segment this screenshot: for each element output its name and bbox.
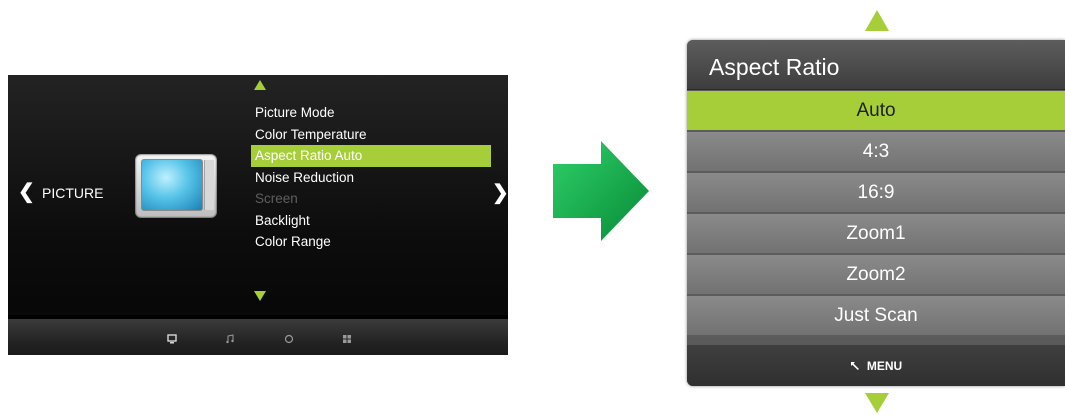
- chevron-right-icon[interactable]: ❯: [492, 183, 508, 203]
- scroll-down-icon[interactable]: [865, 393, 889, 413]
- scroll-up-icon[interactable]: [865, 10, 889, 31]
- tv-icon: [135, 154, 217, 218]
- option-zoom1[interactable]: Zoom1: [687, 214, 1065, 255]
- aspect-ratio-menu: Aspect Ratio Auto 4:3 16:9 Zoom1 Zoom2 J…: [687, 40, 1065, 386]
- option-auto[interactable]: Auto: [687, 91, 1065, 132]
- circle-icon[interactable]: [284, 334, 294, 344]
- tv-settings-menu: ❮ PICTURE Picture Mode Color Temperature…: [8, 75, 508, 355]
- category-bar: [8, 315, 508, 355]
- menu-item-aspect-ratio[interactable]: Aspect Ratio Auto: [251, 145, 491, 167]
- menu-item-backlight[interactable]: Backlight: [251, 210, 491, 232]
- chevron-left-icon[interactable]: ❮: [18, 182, 35, 202]
- menu-item-picture-mode[interactable]: Picture Mode: [251, 102, 491, 124]
- settings-list: Picture Mode Color Temperature Aspect Ra…: [251, 102, 491, 253]
- arrow-right-icon: [553, 141, 649, 241]
- option-just-scan[interactable]: Just Scan: [687, 296, 1065, 337]
- option-16-9[interactable]: 16:9: [687, 173, 1065, 214]
- menu-item-screen: Screen: [255, 191, 298, 206]
- grid-icon[interactable]: [342, 334, 352, 344]
- aspect-ratio-options: Auto 4:3 16:9 Zoom1 Zoom2 Just Scan: [687, 91, 1065, 337]
- back-arrow-icon: [850, 361, 863, 373]
- picture-icon[interactable]: [167, 334, 177, 344]
- scroll-down-icon[interactable]: [254, 291, 266, 301]
- menu-item-color-temperature[interactable]: Color Temperature: [251, 124, 491, 146]
- scroll-up-icon[interactable]: [254, 80, 266, 90]
- menu-label: MENU: [866, 359, 903, 373]
- music-icon[interactable]: [225, 334, 235, 344]
- category-label: PICTURE: [42, 185, 104, 201]
- option-4-3[interactable]: 4:3: [687, 132, 1065, 173]
- menu-item-color-range[interactable]: Color Range: [251, 231, 491, 253]
- menu-back-button[interactable]: MENU: [687, 345, 1065, 386]
- menu-item-noise-reduction[interactable]: Noise Reduction: [251, 167, 491, 189]
- menu-title: Aspect Ratio: [687, 40, 1065, 90]
- option-zoom2[interactable]: Zoom2: [687, 255, 1065, 296]
